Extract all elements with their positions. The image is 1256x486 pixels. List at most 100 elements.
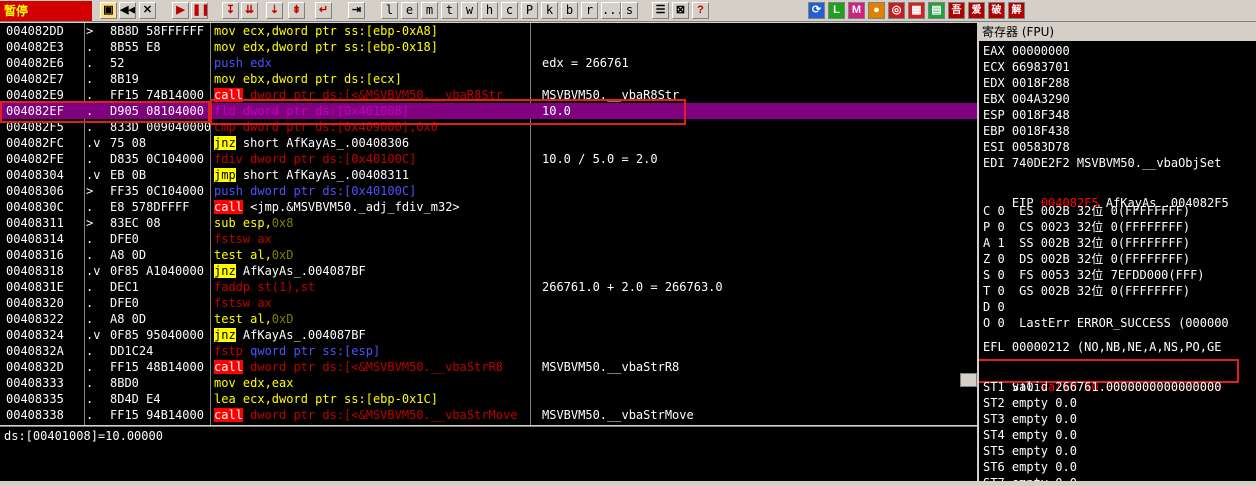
fpu-register-row[interactable]: ST2 empty 0.0 xyxy=(983,395,1077,411)
disasm-row[interactable]: 00408333. 8BD0 mov edx,eax xyxy=(0,375,977,391)
flag-segment-row[interactable]: T 0 GS 002B 32位 0(FFFFFFFF) xyxy=(983,283,1190,299)
step-into-icon[interactable]: ↧ xyxy=(222,2,239,19)
log-icon[interactable]: L xyxy=(828,2,845,19)
disasm-row[interactable]: 0040831E. DEC1 faddp st(1),st 266761.0 + 2.… xyxy=(0,279,977,295)
grid-icon[interactable]: ▤ xyxy=(928,2,945,19)
flag-segment-row[interactable]: D 0 xyxy=(983,299,1005,315)
disassembly-pane[interactable]: 004082DD >8B8D 58FFFFFF mov ecx,dword ptr … xyxy=(0,23,977,425)
target-icon[interactable]: ◎ xyxy=(888,2,905,19)
scroll-thumb[interactable] xyxy=(960,373,977,387)
toolbar-letter-l[interactable]: l xyxy=(381,2,398,19)
disasm-row[interactable]: 00408316. A8 0D test al,0xD xyxy=(0,247,977,263)
toolbar-letter-k[interactable]: k xyxy=(541,2,558,19)
flag-segment-row[interactable]: S 0 FS 0053 32位 7EFDD000(FFF) xyxy=(983,267,1205,283)
toolbar-letter-more[interactable]: ... xyxy=(601,2,621,19)
disasm-row[interactable]: 004082FC .v 75 08 jnz short AfKayAs_.004083… xyxy=(0,135,977,151)
st0-row[interactable]: ST0 valid 10.0000000000000000 xyxy=(983,363,1222,394)
register-row[interactable]: EDI 740DE2F2 MSVBVM50.__vbaObjSet xyxy=(983,155,1221,171)
trace-into-icon[interactable]: ⇣ xyxy=(266,2,283,19)
toolbar-letter-c[interactable]: c xyxy=(501,2,518,19)
list-icon[interactable]: ☰ xyxy=(652,2,669,19)
disasm-row[interactable]: 004082F5. 833D 0090400000 cmp dword ptr ds… xyxy=(0,119,977,135)
toolbar-letter-e[interactable]: e xyxy=(401,2,418,19)
disasm-row[interactable]: 00408314. DFE0 fstsw ax xyxy=(0,231,977,247)
fpu-register-row[interactable]: ST5 empty 0.0 xyxy=(983,443,1077,459)
step-over-icon[interactable]: ⇊ xyxy=(241,2,258,19)
mem-icon[interactable]: M xyxy=(848,2,865,19)
toolbar-letter-r[interactable]: r xyxy=(581,2,598,19)
window-icon[interactable]: ⊠ xyxy=(672,2,689,19)
toolbar-letter-t[interactable]: t xyxy=(441,2,458,19)
toolbar-letter-p[interactable]: P xyxy=(521,2,538,19)
toolbar-letter-h[interactable]: h xyxy=(481,2,498,19)
toolbar-letter-w[interactable]: w xyxy=(461,2,478,19)
patch-icon[interactable]: ▦ xyxy=(908,2,925,19)
disasm-row[interactable]: 004082E9. FF15 74B14000 call dword ptr ds:… xyxy=(0,87,977,103)
disasm-row[interactable]: 004082FE. D835 0C104000 fdiv dword ptr ds:… xyxy=(0,151,977,167)
disasm-row[interactable]: 00408318 .v 0F85 A1040000 jnz AfKayAs_.0040… xyxy=(0,263,977,279)
eip-row[interactable]: EIP 004082F5 AfKayAs_.004082F5 xyxy=(983,179,1229,210)
disasm-marker: . xyxy=(86,232,94,246)
register-row[interactable]: ESP 0018F348 xyxy=(983,107,1070,123)
disasm-row[interactable]: 00408335. 8D4D E4 lea ecx,dword ptr ss:[eb… xyxy=(0,391,977,407)
plugin-cn-3[interactable]: 破 xyxy=(988,2,1005,19)
flag-segment-row[interactable]: O 0 LastErr ERROR_SUCCESS (000000 xyxy=(983,315,1229,331)
registers-title[interactable]: 寄存器 (FPU) xyxy=(979,23,1256,41)
disasm-row[interactable]: 004082EF. D905 08104000 fld dword ptr ds:[… xyxy=(0,103,977,119)
toolbar-letter-m[interactable]: m xyxy=(421,2,438,19)
disasm-row[interactable]: 00408304 .v EB 0B jmp short AfKayAs_.004083… xyxy=(0,167,977,183)
disasm-row[interactable]: 00408320. DFE0 fstsw ax xyxy=(0,295,977,311)
disasm-address: 004082E9 xyxy=(6,88,64,102)
instruction-token: jnz xyxy=(214,264,236,278)
refresh-icon[interactable]: ⟳ xyxy=(808,2,825,19)
disasm-row[interactable]: 004082DD >8B8D 58FFFFFF mov ecx,dword ptr … xyxy=(0,23,977,39)
register-row[interactable]: ESI 00583D78 xyxy=(983,139,1070,155)
register-row[interactable]: ECX 66983701 xyxy=(983,59,1070,75)
disasm-row[interactable]: 00408322. A8 0D test al,0xD xyxy=(0,311,977,327)
flag-segment-row[interactable]: C 0 ES 002B 32位 0(FFFFFFFF) xyxy=(983,203,1190,219)
pause-icon[interactable]: ❚❚ xyxy=(191,2,208,19)
register-row[interactable]: EBP 0018F438 xyxy=(983,123,1070,139)
disasm-row[interactable]: 0040832A. DD1C24 fstp qword ptr ss:[esp] xyxy=(0,343,977,359)
toolbar-letter-s[interactable]: s xyxy=(621,2,638,19)
register-row[interactable]: EAX 00000000 xyxy=(983,43,1070,59)
help-icon[interactable]: ? xyxy=(692,2,709,19)
disasm-row[interactable]: 004082E3. 8B55 E8 mov edx,dword ptr ss:[eb… xyxy=(0,39,977,55)
flag-segment-row[interactable]: Z 0 DS 002B 32位 0(FFFFFFFF) xyxy=(983,251,1190,267)
plugin-cn-2[interactable]: 爱 xyxy=(968,2,985,19)
disasm-row[interactable]: 004082E7. 8B19 mov ebx,dword ptr ds:[ecx] xyxy=(0,71,977,87)
flag-segment-row[interactable]: A 1 SS 002B 32位 0(FFFFFFFF) xyxy=(983,235,1190,251)
record-icon[interactable]: ● xyxy=(868,2,885,19)
go-to-icon[interactable]: ⇥ xyxy=(348,2,365,19)
disasm-hex: FF15 48B14000 xyxy=(110,360,204,374)
disasm-row[interactable]: 0040830C. E8 578DFFFF call <jmp.&MSVBVM50.… xyxy=(0,199,977,215)
plugin-cn-1[interactable]: 吾 xyxy=(948,2,965,19)
disasm-row[interactable]: 00408324 .v 0F85 95040000 jnz AfKayAs_.0040… xyxy=(0,327,977,343)
fpu-register-row[interactable]: ST6 empty 0.0 xyxy=(983,459,1077,475)
registers-pane[interactable]: 寄存器 (FPU) EAX 00000000 ECX 66983701 EDX 00… xyxy=(979,23,1256,486)
execute-till-return-icon[interactable]: ↵ xyxy=(315,2,332,19)
disasm-address: 004082FE xyxy=(6,152,64,166)
fpu-register-row[interactable]: ST1 valid 266761.0000000000000000 xyxy=(983,379,1221,395)
efl-row[interactable]: EFL 00000212 (NO,NB,NE,A,NS,PO,GE xyxy=(983,339,1221,355)
disasm-row[interactable]: 0040832D. FF15 48B14000 call dword ptr ds:… xyxy=(0,359,977,375)
disasm-marker: . xyxy=(86,360,94,374)
toolbar-letter-b[interactable]: b xyxy=(561,2,578,19)
horizontal-scrollbar[interactable] xyxy=(0,481,1256,486)
disasm-row[interactable]: 00408338. FF15 94B14000 call dword ptr ds:… xyxy=(0,407,977,423)
trace-over-icon[interactable]: ⇟ xyxy=(288,2,305,19)
register-row[interactable]: EDX 0018F288 xyxy=(983,75,1070,91)
run-icon[interactable]: ▶ xyxy=(172,2,189,19)
instruction-token: call xyxy=(214,360,243,374)
open-icon[interactable]: ▣ xyxy=(100,2,117,19)
close-icon[interactable]: ✕ xyxy=(139,2,156,19)
rewind-icon[interactable]: ◀◀ xyxy=(119,2,136,19)
disasm-row[interactable]: 004082E6. 52 push edx edx = 266761 xyxy=(0,55,977,71)
fpu-register-row[interactable]: ST4 empty 0.0 xyxy=(983,427,1077,443)
register-row[interactable]: EBX 004A3290 xyxy=(983,91,1070,107)
disasm-row[interactable]: 00408306 > FF35 0C104000 push dword ptr ds:… xyxy=(0,183,977,199)
flag-segment-row[interactable]: P 0 CS 0023 32位 0(FFFFFFFF) xyxy=(983,219,1190,235)
fpu-register-row[interactable]: ST3 empty 0.0 xyxy=(983,411,1077,427)
disasm-row[interactable]: 00408311 >83EC 08 sub esp,0x8 xyxy=(0,215,977,231)
plugin-cn-4[interactable]: 解 xyxy=(1008,2,1025,19)
